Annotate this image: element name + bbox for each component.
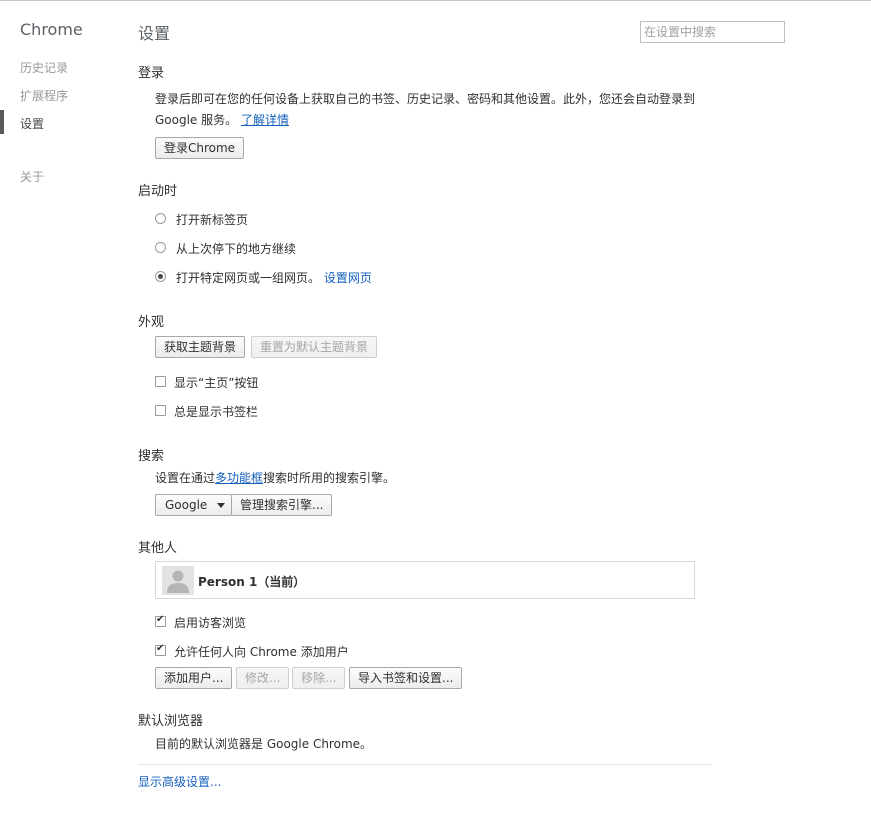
- show-bookmarks-bar-checkbox[interactable]: [155, 405, 166, 416]
- guest-browsing-label: 启用访客浏览: [174, 616, 247, 630]
- sidebar-item-about[interactable]: 关于: [20, 168, 44, 185]
- signin-section-title: 登录: [138, 66, 165, 81]
- sidebar-active-indicator: [0, 110, 4, 134]
- startup-new-tab-label: 打开新标签页: [176, 213, 249, 227]
- people-list: Person 1（当前）: [155, 561, 695, 599]
- search-engine-select[interactable]: Google: [155, 494, 233, 516]
- appearance-section-title: 外观: [138, 315, 165, 330]
- omnibox-link[interactable]: 多功能框: [215, 471, 263, 485]
- divider: [138, 764, 712, 765]
- sidebar-brand: Chrome: [20, 20, 83, 39]
- startup-continue-radio[interactable]: [155, 242, 166, 253]
- show-advanced-settings-link[interactable]: 显示高级设置...: [138, 773, 221, 790]
- startup-new-tab-radio[interactable]: [155, 213, 166, 224]
- settings-search-input[interactable]: [640, 21, 785, 43]
- remove-user-button[interactable]: 移除...: [292, 667, 346, 689]
- show-bookmarks-bar-label: 总是显示书签栏: [174, 405, 259, 419]
- edit-user-button[interactable]: 修改...: [236, 667, 290, 689]
- guest-browsing-checkbox[interactable]: [155, 614, 166, 627]
- signin-description-line1: 登录后即可在您的任何设备上获取自己的书签、历史记录、密码和其他设置。此外，您还会…: [155, 92, 696, 106]
- default-browser-description: 目前的默认浏览器是 Google Chrome。: [155, 737, 373, 751]
- page-title: 设置: [138, 24, 171, 43]
- chevron-down-icon: [217, 503, 226, 508]
- avatar: [162, 566, 194, 595]
- learn-more-link[interactable]: 了解详情: [241, 113, 289, 127]
- sidebar-item-history[interactable]: 历史记录: [20, 59, 68, 76]
- people-section-title: 其他人: [138, 541, 178, 556]
- default-browser-section-title: 默认浏览器: [138, 714, 204, 729]
- startup-specific-pages-radio[interactable]: [155, 271, 166, 282]
- manage-search-engines-button[interactable]: 管理搜索引擎...: [231, 494, 333, 516]
- startup-section-title: 启动时: [138, 184, 178, 199]
- show-home-button-label: 显示“主页”按钮: [174, 376, 259, 390]
- show-home-button-checkbox[interactable]: [155, 376, 166, 387]
- search-section-title: 搜索: [138, 449, 165, 464]
- sidebar-item-extensions[interactable]: 扩展程序: [20, 87, 68, 104]
- window-top-border: [0, 0, 871, 1]
- sidebar-item-settings[interactable]: 设置: [20, 115, 44, 132]
- startup-specific-pages-label: 打开特定网页或一组网页。 设置网页: [176, 271, 372, 285]
- reset-theme-button[interactable]: 重置为默认主题背景: [251, 336, 378, 358]
- add-user-button[interactable]: 添加用户...: [155, 667, 233, 689]
- signin-description-line2: Google 服务。 了解详情: [155, 113, 289, 127]
- person-name: Person 1（当前）: [198, 575, 306, 589]
- import-bookmarks-button[interactable]: 导入书签和设置...: [349, 667, 463, 689]
- get-themes-button[interactable]: 获取主题背景: [155, 336, 246, 358]
- search-description: 设置在通过多功能框搜索时所用的搜索引擎。: [155, 471, 396, 485]
- set-pages-link[interactable]: 设置网页: [324, 271, 372, 285]
- startup-continue-label: 从上次停下的地方继续: [176, 242, 297, 256]
- sidebar: Chrome 历史记录 扩展程序 设置 关于: [0, 0, 120, 820]
- signin-chrome-button[interactable]: 登录Chrome: [155, 137, 245, 159]
- person-avatar-icon: [167, 570, 189, 593]
- allow-add-users-checkbox[interactable]: [155, 643, 166, 656]
- allow-add-users-label: 允许任何人向 Chrome 添加用户: [174, 645, 349, 659]
